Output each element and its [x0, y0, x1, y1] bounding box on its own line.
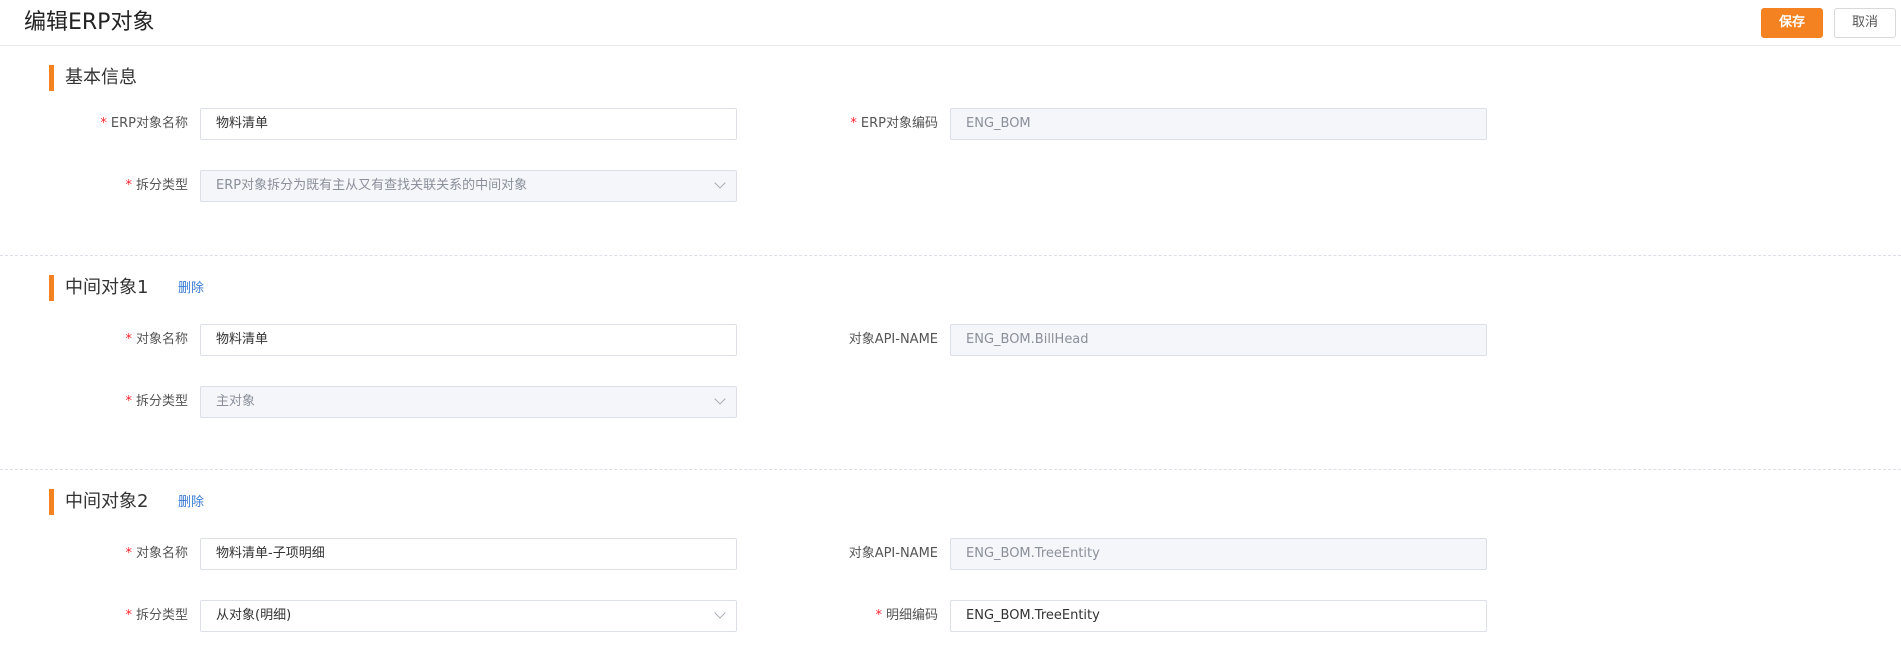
chevron-down-icon: [714, 177, 726, 189]
object-name-input[interactable]: 物料清单-子项明细: [200, 538, 737, 570]
detail-code-label: * 明细编码: [875, 608, 938, 623]
page-title: 编辑ERP对象: [24, 10, 155, 35]
section-title: 中间对象2: [65, 491, 149, 512]
object-name-input[interactable]: 物料清单: [200, 324, 737, 356]
object-api-name-label: 对象API-NAME: [848, 546, 938, 561]
page-header: 编辑ERP对象 保存 取消: [0, 0, 1901, 46]
section-accent-bar: [49, 275, 54, 301]
erp-object-name-label: * ERP对象名称: [100, 116, 188, 131]
object-api-name-label: 对象API-NAME: [848, 332, 938, 347]
required-marker: *: [125, 178, 132, 193]
chevron-down-icon: [714, 607, 726, 619]
object-name-label: * 对象名称: [125, 546, 188, 561]
object-api-name-input: ENG_BOM.TreeEntity: [950, 538, 1487, 570]
object-api-name-input: ENG_BOM.BillHead: [950, 324, 1487, 356]
section-title: 中间对象1: [65, 277, 149, 298]
detail-code-input[interactable]: ENG_BOM.TreeEntity: [950, 600, 1487, 632]
split-type-select: ERP对象拆分为既有主从又有查找关联关系的中间对象: [200, 170, 737, 202]
required-marker: *: [125, 394, 132, 409]
object-name-label: * 对象名称: [125, 332, 188, 347]
section-title: 基本信息: [65, 67, 137, 88]
split-type-select: 主对象: [200, 386, 737, 418]
required-marker: *: [125, 608, 132, 623]
section-intermediate-object-2: 中间对象2 删除 * 对象名称 物料清单-子项明细 对象API-NAME ENG_…: [0, 470, 1901, 665]
erp-object-code-label: * ERP对象编码: [850, 116, 938, 131]
erp-object-name-input[interactable]: 物料清单: [200, 108, 737, 140]
required-marker: *: [100, 116, 107, 131]
required-marker: *: [875, 608, 882, 623]
required-marker: *: [125, 332, 132, 347]
section-accent-bar: [49, 489, 54, 515]
cancel-button[interactable]: 取消: [1834, 8, 1896, 38]
split-type-select[interactable]: 从对象(明细): [200, 600, 737, 632]
section-intermediate-object-1: 中间对象1 删除 * 对象名称 物料清单 对象API-NAME ENG_BOM.B…: [0, 256, 1901, 470]
save-button[interactable]: 保存: [1761, 8, 1823, 38]
split-type-label: * 拆分类型: [125, 608, 188, 623]
section-basic-info: 基本信息 * ERP对象名称 物料清单 * ERP对象编码 ENG_BOM * 拆分类…: [0, 46, 1901, 256]
split-type-value: 主对象: [216, 394, 256, 409]
split-type-value: 从对象(明细): [216, 608, 292, 623]
delete-link[interactable]: 删除: [178, 279, 204, 299]
section-accent-bar: [49, 65, 54, 91]
delete-link[interactable]: 删除: [178, 493, 204, 513]
erp-object-code-input: ENG_BOM: [950, 108, 1487, 140]
split-type-label: * 拆分类型: [125, 178, 188, 193]
required-marker: *: [850, 116, 857, 131]
split-type-value: ERP对象拆分为既有主从又有查找关联关系的中间对象: [216, 178, 528, 193]
split-type-label: * 拆分类型: [125, 394, 188, 409]
required-marker: *: [125, 546, 132, 561]
chevron-down-icon: [714, 393, 726, 405]
